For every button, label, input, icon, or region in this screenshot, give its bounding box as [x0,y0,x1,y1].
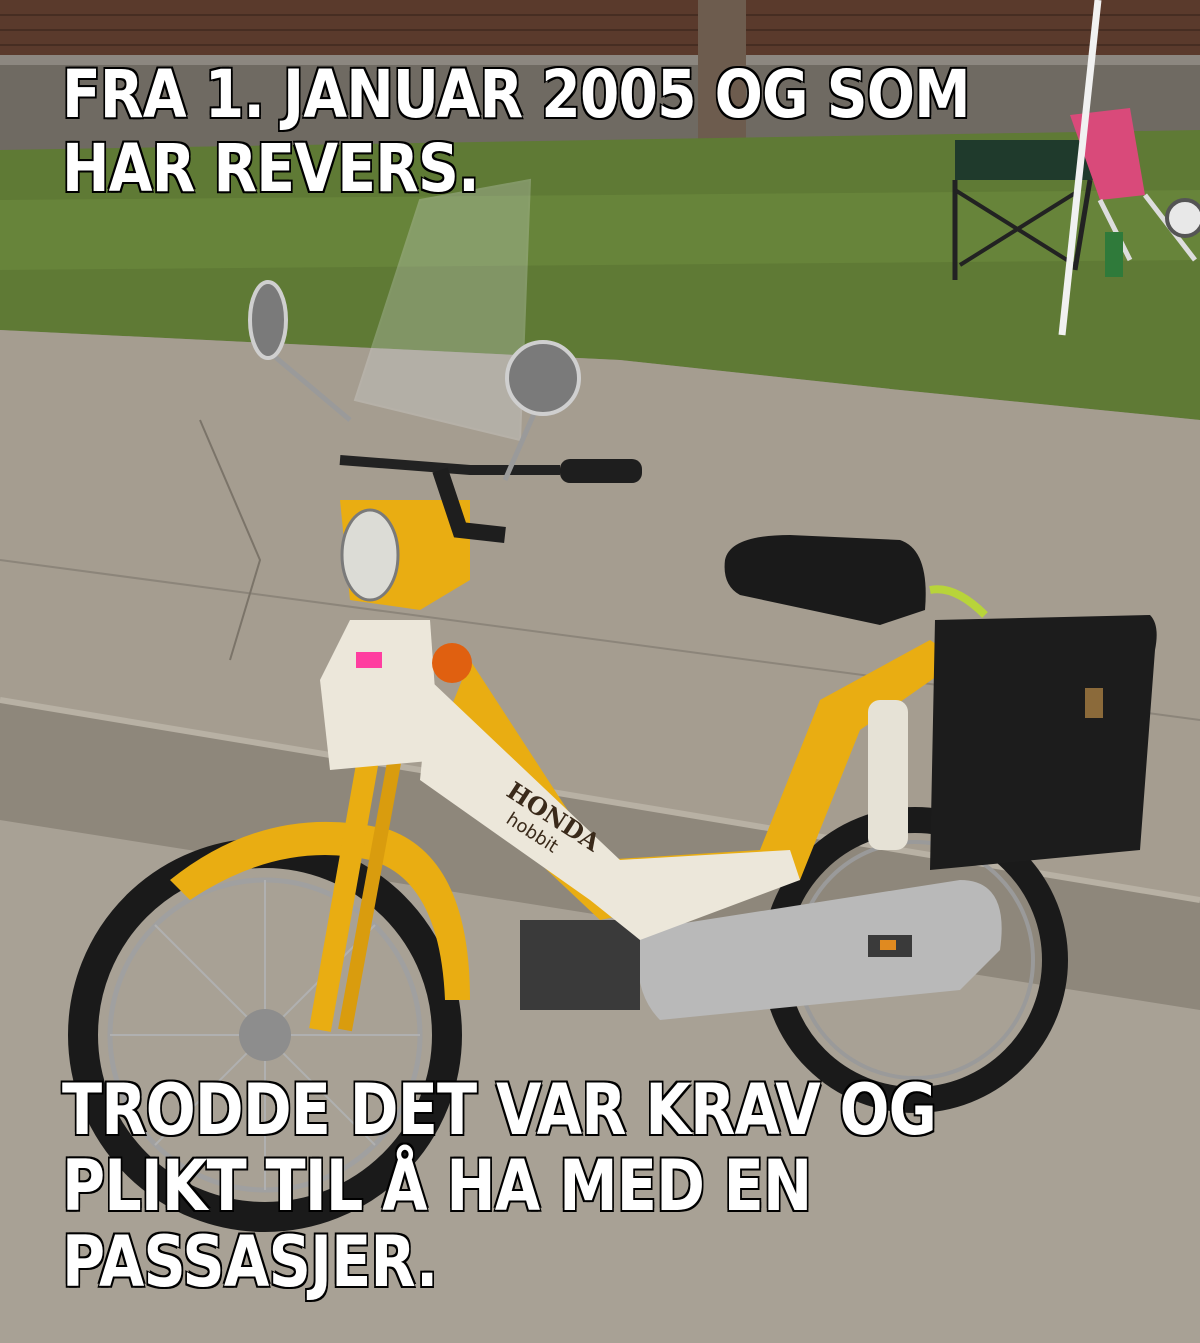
front-hub [239,1009,291,1061]
meme-bottom-line: PLIKT TIL Å HA MED EN [62,1145,812,1227]
right-mirror [505,340,581,416]
meme-bottom-caption: TRODDE DET VAR KRAV OG PLIKT TIL Å HA ME… [62,1069,937,1303]
saddlebag [930,615,1157,870]
meme-bottom-line: TRODDE DET VAR KRAV OG [62,1069,937,1151]
headlight [340,508,400,602]
rear-shock [868,700,908,850]
engine-block [520,920,640,1010]
left-mirror [248,280,288,360]
price-sticker [356,652,382,668]
saddlebag-clasp [1085,688,1103,718]
meme-bottom-line: PASSASJER. [62,1221,438,1303]
meme-top-caption: FRA 1. JANUAR 2005 OG SOM HAR REVERS. [62,56,971,207]
photo-scene: HONDA hobbit FRA 1. JANUAR 2005 OG SOM H… [0,0,1200,1343]
bottle [1105,232,1123,277]
turn-signal [432,643,472,683]
right-grip [560,459,642,483]
meme-top-line: FRA 1. JANUAR 2005 OG SOM [62,56,971,133]
meme-top-line: HAR REVERS. [62,130,480,207]
